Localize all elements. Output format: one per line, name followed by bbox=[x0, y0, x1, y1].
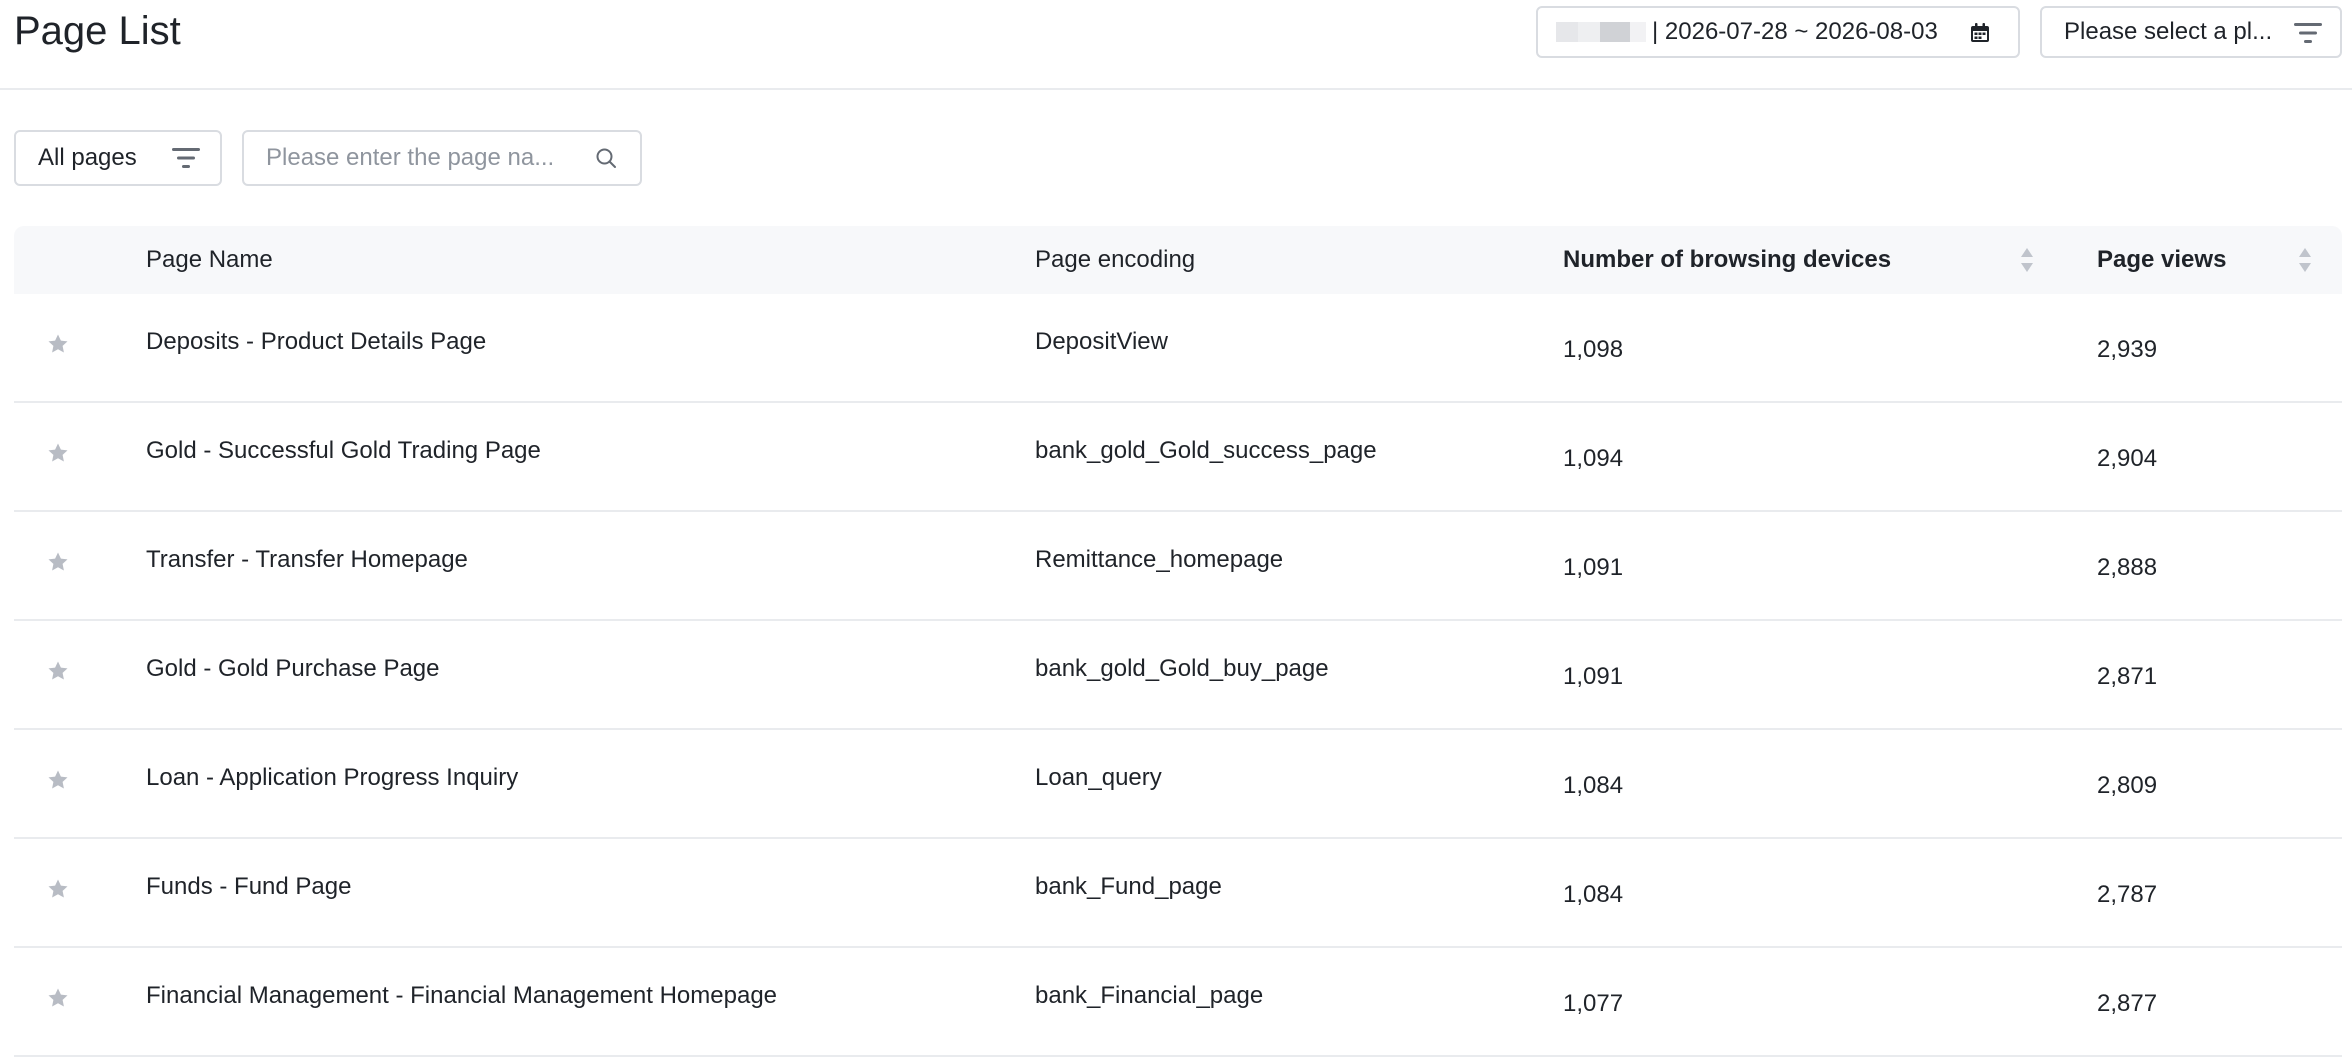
page-views-cell: 2,871 bbox=[2097, 663, 2158, 690]
star-icon[interactable] bbox=[46, 877, 70, 901]
page-title: Page List bbox=[14, 9, 181, 53]
table-row[interactable]: Gold - Successful Gold Trading Page bank_… bbox=[14, 403, 2342, 512]
page-encoding-cell: bank_Fund_page bbox=[1035, 873, 1222, 900]
star-icon[interactable] bbox=[46, 986, 70, 1010]
search-icon[interactable] bbox=[594, 146, 618, 170]
page-views-cell: 2,888 bbox=[2097, 554, 2158, 581]
page-encoding-cell: DepositView bbox=[1035, 328, 1168, 355]
date-range-picker[interactable]: | 2026-07-28 ~ 2026-08-03 bbox=[1536, 6, 2020, 58]
all-pages-label: All pages bbox=[38, 144, 137, 171]
column-header-page-name: Page Name bbox=[146, 246, 273, 273]
page-name-cell: Financial Management - Financial Managem… bbox=[146, 982, 778, 1009]
page-encoding-cell: bank_gold_Gold_success_page bbox=[1035, 437, 1377, 464]
date-preset-label-blurred bbox=[1556, 20, 1648, 44]
page-encoding-cell: bank_Financial_page bbox=[1035, 982, 1264, 1009]
devices-cell: 1,094 bbox=[1563, 445, 1624, 472]
page-name-cell: Gold - Gold Purchase Page bbox=[146, 655, 440, 682]
page-encoding-cell: bank_gold_Gold_buy_page bbox=[1035, 655, 1329, 682]
table-row[interactable]: Gold - Gold Purchase Page bank_gold_Gold_… bbox=[14, 621, 2342, 730]
column-header-devices[interactable]: Number of browsing devices bbox=[1563, 226, 1891, 294]
star-icon[interactable] bbox=[46, 332, 70, 356]
filter-icon bbox=[172, 148, 200, 168]
table-row[interactable]: Loan - Application Progress Inquiry Loan_… bbox=[14, 730, 2342, 839]
table-body: Deposits - Product Details Page DepositVi… bbox=[14, 294, 2342, 1057]
page-encoding-cell: Loan_query bbox=[1035, 764, 1162, 791]
column-header-page-encoding: Page encoding bbox=[1035, 246, 1196, 273]
platform-select-placeholder: Please select a pl... bbox=[2064, 18, 2273, 45]
table-row[interactable]: Financial Management - Financial Managem… bbox=[14, 948, 2342, 1057]
platform-select[interactable]: Please select a pl... bbox=[2040, 6, 2342, 58]
table-row[interactable]: Transfer - Transfer Homepage Remittance_h… bbox=[14, 512, 2342, 621]
star-icon[interactable] bbox=[46, 550, 70, 574]
page-name-cell: Transfer - Transfer Homepage bbox=[146, 546, 468, 573]
calendar-icon[interactable] bbox=[1968, 21, 1992, 45]
page-name-cell: Deposits - Product Details Page bbox=[146, 328, 487, 355]
page-encoding-cell: Remittance_homepage bbox=[1035, 546, 1284, 573]
star-icon[interactable] bbox=[46, 659, 70, 683]
page-search-input[interactable] bbox=[266, 144, 586, 172]
devices-cell: 1,091 bbox=[1563, 663, 1624, 690]
devices-cell: 1,084 bbox=[1563, 772, 1624, 799]
star-icon[interactable] bbox=[46, 441, 70, 465]
page-views-cell: 2,787 bbox=[2097, 881, 2158, 908]
devices-cell: 1,091 bbox=[1563, 554, 1624, 581]
table-row[interactable]: Funds - Fund Page bank_Fund_page 1,084 2,78… bbox=[14, 839, 2342, 948]
table-header: Page Name Page encoding Number of browsi… bbox=[14, 226, 2342, 294]
page-name-cell: Loan - Application Progress Inquiry bbox=[146, 764, 519, 791]
page-header: Page List | 2026-07-28 ~ 2026-08-03 Plea… bbox=[0, 0, 2352, 90]
devices-cell: 1,084 bbox=[1563, 881, 1624, 908]
column-header-page-views[interactable]: Page views bbox=[2097, 226, 2226, 294]
sort-icon[interactable] bbox=[2020, 246, 2034, 274]
all-pages-filter[interactable]: All pages bbox=[14, 130, 222, 186]
star-icon[interactable] bbox=[46, 768, 70, 792]
date-range-text: | 2026-07-28 ~ 2026-08-03 bbox=[1652, 18, 1938, 45]
table-row[interactable]: Deposits - Product Details Page DepositVi… bbox=[14, 294, 2342, 403]
devices-cell: 1,077 bbox=[1563, 990, 1624, 1017]
page-views-cell: 2,809 bbox=[2097, 772, 2158, 799]
filter-icon bbox=[2294, 23, 2322, 43]
devices-cell: 1,098 bbox=[1563, 336, 1624, 363]
page-views-cell: 2,939 bbox=[2097, 336, 2158, 363]
page-views-cell: 2,904 bbox=[2097, 445, 2158, 472]
sort-icon[interactable] bbox=[2298, 246, 2312, 274]
page-views-cell: 2,877 bbox=[2097, 990, 2158, 1017]
page-name-cell: Funds - Fund Page bbox=[146, 873, 352, 900]
page-list-table: Page Name Page encoding Number of browsi… bbox=[14, 226, 2342, 1057]
page-search-box[interactable] bbox=[242, 130, 642, 186]
page-name-cell: Gold - Successful Gold Trading Page bbox=[146, 437, 541, 464]
